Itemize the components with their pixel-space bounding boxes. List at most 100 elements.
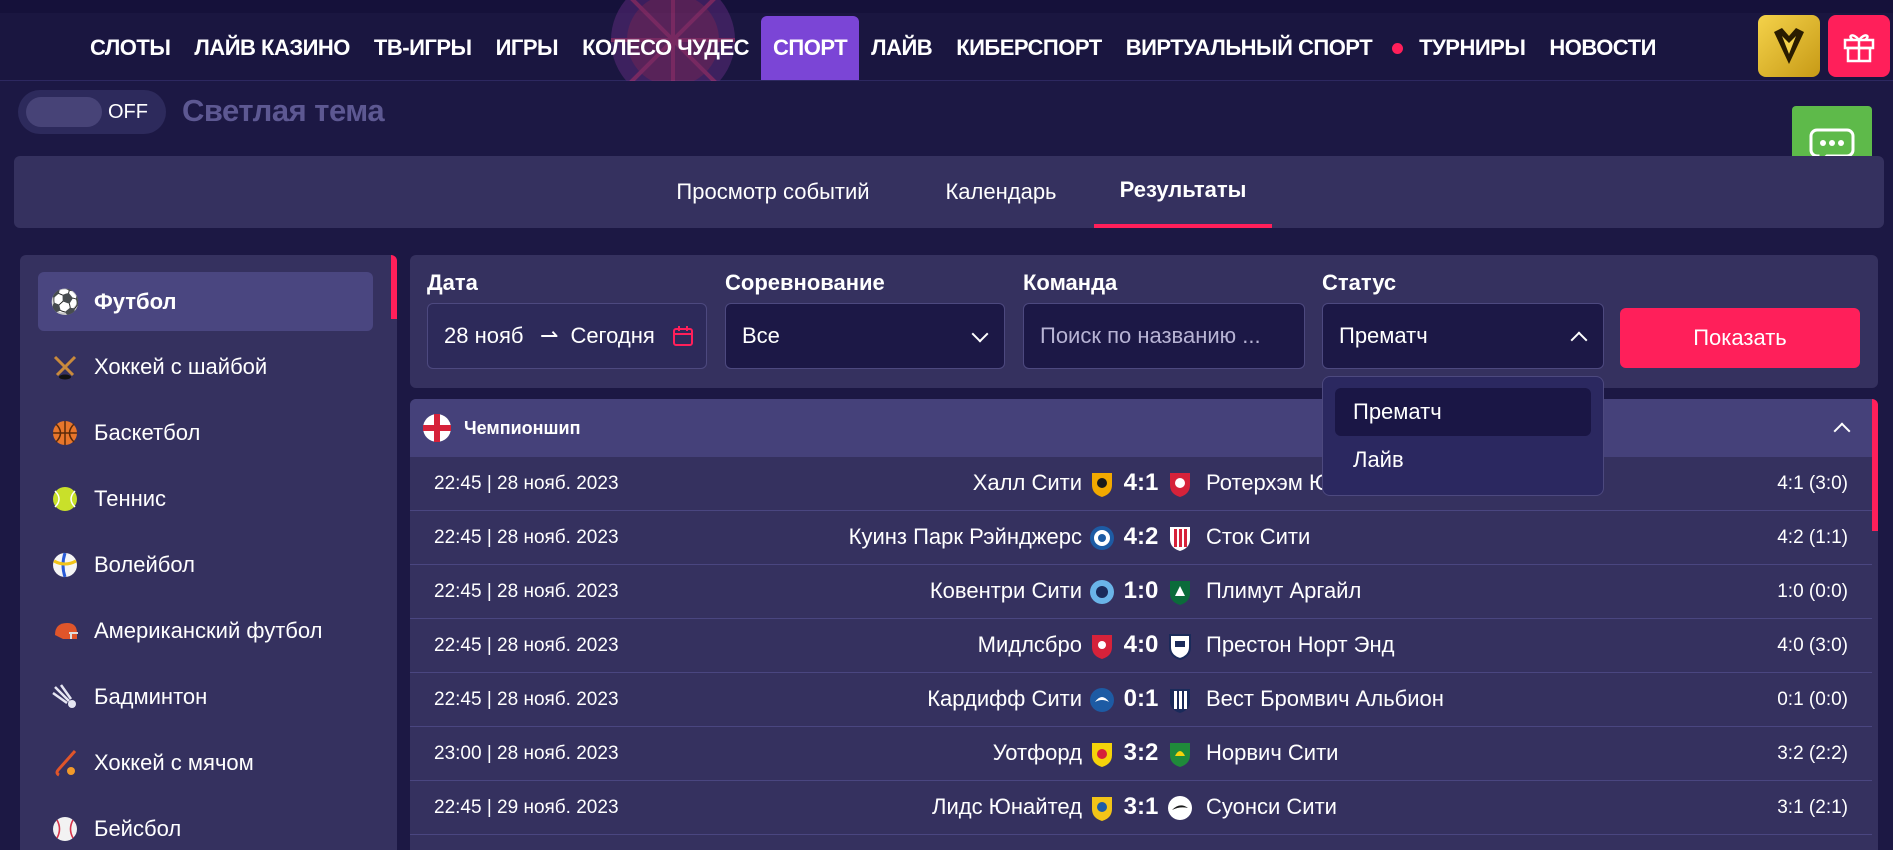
england-flag-icon [423, 414, 451, 442]
theme-toggle[interactable]: OFF [18, 90, 166, 134]
sidebar-item-label: Футбол [94, 288, 177, 314]
gift-icon [1843, 34, 1875, 63]
chevron-up-icon [1570, 331, 1588, 349]
gift-button[interactable] [1828, 15, 1890, 77]
sidebar-item-basketball[interactable]: Баскетбол [38, 403, 373, 462]
status-select[interactable]: Прематч [1322, 303, 1604, 369]
sidebar-scrollbar[interactable] [391, 255, 397, 319]
results-tabs: Просмотр событий Календарь Результаты [14, 156, 1884, 228]
final-score: 4:2 (1:1) [1777, 527, 1848, 548]
match-row[interactable]: 22:45 | 29 нояб. 2023 Лидс Юнайтед 3:1 С… [410, 781, 1872, 835]
sidebar-item-badminton[interactable]: Бадминтон [38, 667, 373, 726]
sidebar-item-label: Американский футбол [94, 617, 323, 643]
west-brom-crest-icon [1170, 689, 1190, 713]
nav-virtual-sport[interactable]: ВИРТУАЛЬНЫЙ СПОРТ [1114, 16, 1384, 80]
match-row[interactable]: 22:45 | 28 нояб. 2023 Куинз Парк Рэйндже… [410, 511, 1872, 565]
match-row[interactable]: 22:45 | 28 нояб. 2023 Кардифф Сити 0:1 В… [410, 673, 1872, 727]
vip-button[interactable] [1758, 15, 1820, 77]
competition-select[interactable]: Все [725, 303, 1005, 369]
status-label: Статус [1322, 270, 1397, 295]
date-to[interactable]: Сегодня [570, 323, 656, 349]
match-score: 3:2 [1123, 739, 1159, 766]
sidebar-item-label: Баскетбол [94, 419, 201, 445]
match-row[interactable]: 22:45 | 28 нояб. 2023 Ковентри Сити 1:0 … [410, 565, 1872, 619]
middlesbrough-crest-icon [1092, 635, 1112, 659]
basketball-icon [50, 418, 80, 448]
team-search-input[interactable]: Поиск по названию ... [1023, 303, 1305, 369]
tab-results[interactable]: Результаты [1094, 156, 1272, 228]
match-score: 3:1 [1123, 793, 1159, 820]
date-range-picker[interactable]: 28 нояб ⇀ Сегодня [427, 303, 707, 369]
show-button[interactable]: Показать [1620, 308, 1860, 368]
tab-events[interactable]: Просмотр событий [648, 156, 898, 228]
vip-crown-icon [1774, 28, 1804, 64]
home-team: Лидс Юнайтед [932, 794, 1082, 819]
status-value: Прематч [1339, 323, 1428, 348]
match-time: 22:45 | 29 нояб. 2023 [434, 797, 619, 818]
sidebar-item-football[interactable]: ⚽ Футбол [38, 272, 373, 331]
watford-crest-icon [1092, 743, 1112, 767]
match-time: 22:45 | 28 нояб. 2023 [434, 473, 619, 494]
sidebar-item-label: Хоккей с мячом [94, 749, 254, 775]
league-header[interactable]: Чемпионшип [410, 399, 1872, 457]
match-time: 22:45 | 28 нояб. 2023 [434, 527, 619, 548]
sports-sidebar: ⚽ Футбол Хоккей с шайбой Баскетбол Тенни… [20, 255, 397, 850]
final-score: 1:0 (0:0) [1777, 581, 1848, 602]
sidebar-item-baseball[interactable]: Бейсбол [38, 799, 373, 850]
status-option-live[interactable]: Лайв [1335, 436, 1591, 484]
sidebar-item-ice-hockey[interactable]: Хоккей с шайбой [38, 337, 373, 396]
tab-calendar[interactable]: Календарь [914, 156, 1088, 228]
top-navigation: СЛОТЫ ЛАЙВ КАЗИНО ТВ-ИГРЫ ИГРЫ КОЛЕСО ЧУ… [0, 0, 1893, 81]
sidebar-item-label: Хоккей с шайбой [94, 353, 268, 379]
sidebar-item-volleyball[interactable]: Волейбол [38, 535, 373, 594]
results-table: Чемпионшип 22:45 | 28 нояб. 2023 Халл Си… [410, 399, 1878, 850]
date-from[interactable]: 28 нояб [444, 323, 528, 349]
chevron-down-icon [971, 325, 989, 343]
football-helmet-icon [50, 616, 80, 646]
match-row[interactable]: 23:00 | 28 нояб. 2023 Уотфорд 3:2 Норвич… [410, 727, 1872, 781]
match-time: 23:00 | 28 нояб. 2023 [434, 743, 619, 764]
nav-tournaments[interactable]: ТУРНИРЫ [1407, 16, 1537, 80]
arrow-right-icon: ⇀ [540, 323, 559, 348]
final-score: 3:1 (2:1) [1777, 797, 1848, 818]
final-score: 3:2 (2:2) [1777, 743, 1848, 764]
league-name: Чемпионшип [464, 417, 581, 438]
match-row[interactable]: 22:45 | 28 нояб. 2023 Мидлсбро 4:0 Прест… [410, 619, 1872, 673]
match-score: 0:1 [1123, 685, 1159, 712]
sidebar-item-tennis[interactable]: Теннис [38, 469, 373, 528]
theme-label: Светлая тема [182, 93, 385, 128]
nav-games[interactable]: ИГРЫ [484, 16, 571, 80]
match-score: 4:1 [1123, 469, 1159, 496]
match-score: 4:2 [1123, 523, 1159, 550]
preston-crest-icon [1169, 634, 1191, 660]
bandy-icon [50, 748, 80, 778]
nav-sport[interactable]: СПОРТ [761, 16, 860, 80]
nav-wheel-of-fortune[interactable]: КОЛЕСО ЧУДЕС [570, 16, 761, 80]
status-dropdown: Прематч Лайв [1322, 376, 1604, 496]
nav-slots[interactable]: СЛОТЫ [78, 16, 182, 80]
final-score: 4:0 (3:0) [1777, 635, 1848, 656]
match-time: 22:45 | 28 нояб. 2023 [434, 635, 619, 656]
nav-news[interactable]: НОВОСТИ [1537, 16, 1668, 80]
nav-live-casino[interactable]: ЛАЙВ КАЗИНО [182, 16, 362, 80]
nav-tv-games[interactable]: ТВ-ИГРЫ [362, 16, 484, 80]
top-strip [0, 0, 1893, 13]
sidebar-item-label: Бадминтон [94, 683, 208, 709]
nav-live[interactable]: ЛАЙВ [859, 16, 944, 80]
live-dot-icon [1392, 42, 1404, 54]
leeds-crest-icon [1092, 797, 1112, 821]
soccer-ball-icon: ⚽ [50, 287, 80, 316]
status-option-prematch[interactable]: Прематч [1335, 388, 1591, 436]
match-row[interactable]: 22:45 | 28 нояб. 2023 Халл Сити 4:1 Роте… [410, 457, 1872, 511]
results-filters: Дата 28 нояб ⇀ Сегодня Соревнование Все … [410, 255, 1878, 388]
shuttlecock-icon [50, 682, 80, 712]
sidebar-item-bandy[interactable]: Хоккей с мячом [38, 733, 373, 792]
plymouth-crest-icon [1170, 581, 1190, 605]
sidebar-item-label: Волейбол [94, 551, 195, 577]
calendar-icon[interactable] [672, 325, 694, 347]
nav-esports[interactable]: КИБЕРСПОРТ [944, 16, 1114, 80]
chevron-up-icon[interactable] [1833, 422, 1851, 440]
results-scrollbar[interactable] [1872, 399, 1878, 531]
sidebar-item-american-football[interactable]: Американский футбол [38, 601, 373, 660]
norwich-crest-icon [1170, 743, 1190, 767]
